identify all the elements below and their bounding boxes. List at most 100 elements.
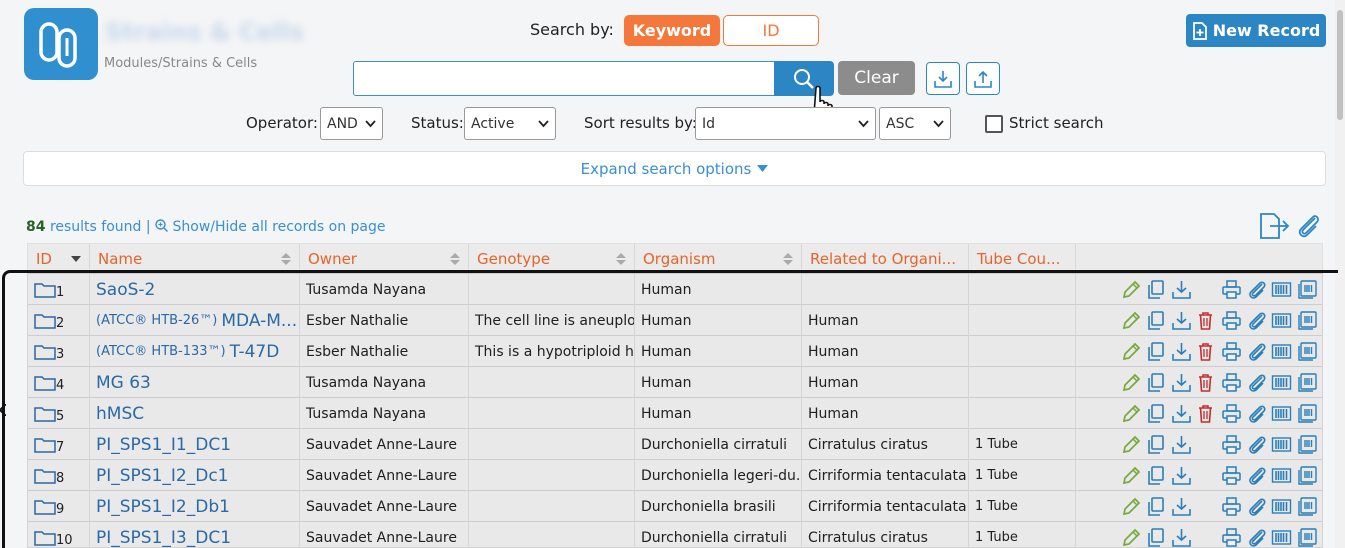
record-id-cell[interactable]: 2 [28, 305, 90, 336]
label-print-icon[interactable] [1297, 341, 1318, 362]
folder-icon[interactable] [34, 437, 56, 453]
trash-icon[interactable] [1195, 341, 1216, 362]
folder-icon[interactable] [34, 313, 56, 329]
import-button[interactable] [926, 62, 960, 95]
label-print-icon[interactable] [1297, 310, 1318, 331]
paperclip-icon[interactable] [1295, 212, 1323, 240]
folder-icon[interactable] [34, 375, 56, 391]
download-icon[interactable] [1171, 341, 1192, 362]
id-mode-button[interactable]: ID [723, 15, 819, 46]
scrollbar-thumb[interactable] [1337, 10, 1343, 120]
export-file-icon[interactable] [1258, 212, 1290, 240]
record-id-cell[interactable]: 3 [28, 336, 90, 367]
print-icon[interactable] [1221, 403, 1242, 424]
column-header-organism[interactable]: Organism [635, 244, 802, 274]
download-icon[interactable] [1171, 527, 1192, 548]
attachment-icon[interactable] [1246, 465, 1267, 486]
export-button[interactable] [966, 62, 1000, 95]
folder-icon[interactable] [34, 530, 56, 546]
order-select[interactable]: ASC [879, 107, 951, 140]
sort-select[interactable]: Id [695, 107, 876, 140]
table-row[interactable]: 8 PI_SPS1_I2_Dc1 Sauvadet Anne-Laure Durcho… [28, 460, 1322, 491]
status-select[interactable]: Active [464, 107, 556, 140]
record-id-cell[interactable]: 10 [28, 522, 90, 547]
folder-icon[interactable] [34, 282, 56, 298]
table-row[interactable]: 10 PI_SPS1_I3_DC1 Sauvadet Anne-Laure Durch… [28, 522, 1322, 548]
record-name-link[interactable]: PI_SPS1_I3_DC1 [90, 522, 300, 547]
download-icon[interactable] [1171, 465, 1192, 486]
record-id-cell[interactable]: 8 [28, 460, 90, 491]
operator-select[interactable]: AND [320, 107, 383, 140]
sort-icon[interactable] [783, 252, 793, 266]
new-record-button[interactable]: New Record [1186, 14, 1326, 47]
label-print-icon[interactable] [1297, 496, 1318, 517]
folder-icon[interactable] [34, 406, 56, 422]
folder-icon[interactable] [34, 344, 56, 360]
copy-icon[interactable] [1145, 403, 1166, 424]
sort-icon[interactable] [616, 252, 626, 266]
print-icon[interactable] [1221, 465, 1242, 486]
label-print-icon[interactable] [1297, 372, 1318, 393]
column-header-tube-count[interactable]: Tube Cou... [969, 244, 1076, 274]
copy-icon[interactable] [1145, 341, 1166, 362]
attachment-icon[interactable] [1246, 279, 1267, 300]
attachment-icon[interactable] [1246, 496, 1267, 517]
attachment-icon[interactable] [1246, 372, 1267, 393]
copy-icon[interactable] [1145, 434, 1166, 455]
table-row[interactable]: 7 PI_SPS1_I1_DC1 Sauvadet Anne-Laure Durcho… [28, 429, 1322, 460]
table-row[interactable]: 2 (ATCC® HTB-26™) MDA-M... Esber Nathalie Th… [28, 305, 1322, 336]
copy-icon[interactable] [1145, 310, 1166, 331]
download-icon[interactable] [1171, 403, 1192, 424]
sort-icon[interactable] [450, 252, 460, 266]
attachment-icon[interactable] [1246, 341, 1267, 362]
edit-pencil-icon[interactable] [1121, 465, 1142, 486]
print-icon[interactable] [1221, 496, 1242, 517]
edit-pencil-icon[interactable] [1121, 496, 1142, 517]
label-print-icon[interactable] [1297, 403, 1318, 424]
keyword-mode-button[interactable]: Keyword [624, 15, 720, 46]
edit-pencil-icon[interactable] [1121, 341, 1142, 362]
barcode-icon[interactable] [1271, 310, 1292, 331]
download-icon[interactable] [1171, 496, 1192, 517]
page-scrollbar[interactable] [1335, 0, 1345, 548]
copy-icon[interactable] [1145, 527, 1166, 548]
print-icon[interactable] [1221, 310, 1242, 331]
table-row[interactable]: 9 PI_SPS1_I2_Db1 Sauvadet Anne-Laure Durcho… [28, 491, 1322, 522]
copy-icon[interactable] [1145, 496, 1166, 517]
label-print-icon[interactable] [1297, 527, 1318, 548]
label-print-icon[interactable] [1297, 434, 1318, 455]
column-header-name[interactable]: Name [90, 244, 300, 274]
show-hide-all-link[interactable]: Show/Hide all records on page [173, 219, 386, 235]
print-icon[interactable] [1221, 527, 1242, 548]
column-header-owner[interactable]: Owner [300, 244, 469, 274]
record-name-link[interactable]: PI_SPS1_I1_DC1 [90, 429, 300, 460]
record-name-link[interactable]: PI_SPS1_I2_Db1 [90, 491, 300, 522]
table-row[interactable]: 1 SaoS-2 Tusamda Nayana Human [28, 274, 1322, 305]
barcode-icon[interactable] [1271, 434, 1292, 455]
edit-pencil-icon[interactable] [1121, 403, 1142, 424]
trash-icon[interactable] [1195, 403, 1216, 424]
barcode-icon[interactable] [1271, 372, 1292, 393]
strict-search-label[interactable]: Strict search [1009, 114, 1103, 132]
record-name-link[interactable]: (ATCC® HTB-26™) MDA-M... [90, 305, 300, 336]
edit-pencil-icon[interactable] [1121, 372, 1142, 393]
trash-icon[interactable] [1195, 372, 1216, 393]
table-row[interactable]: 5 hMSC Tusamda Nayana Human Human [28, 398, 1322, 429]
record-id-cell[interactable]: 9 [28, 491, 90, 522]
table-row[interactable]: 3 (ATCC® HTB-133™) T-47D Esber Nathalie This… [28, 336, 1322, 367]
clear-button[interactable]: Clear [838, 61, 915, 95]
column-header-related[interactable]: Related to Organi... [802, 244, 969, 274]
folder-icon[interactable] [34, 499, 56, 515]
edit-pencil-icon[interactable] [1121, 527, 1142, 548]
label-print-icon[interactable] [1297, 465, 1318, 486]
record-id-cell[interactable]: 1 [28, 274, 90, 305]
print-icon[interactable] [1221, 341, 1242, 362]
barcode-icon[interactable] [1271, 465, 1292, 486]
record-id-cell[interactable]: 5 [28, 398, 90, 429]
attachment-icon[interactable] [1246, 434, 1267, 455]
sort-desc-icon[interactable] [71, 252, 81, 266]
print-icon[interactable] [1221, 372, 1242, 393]
attachment-icon[interactable] [1246, 310, 1267, 331]
column-header-id[interactable]: ID [28, 244, 90, 274]
search-input[interactable] [353, 61, 775, 96]
